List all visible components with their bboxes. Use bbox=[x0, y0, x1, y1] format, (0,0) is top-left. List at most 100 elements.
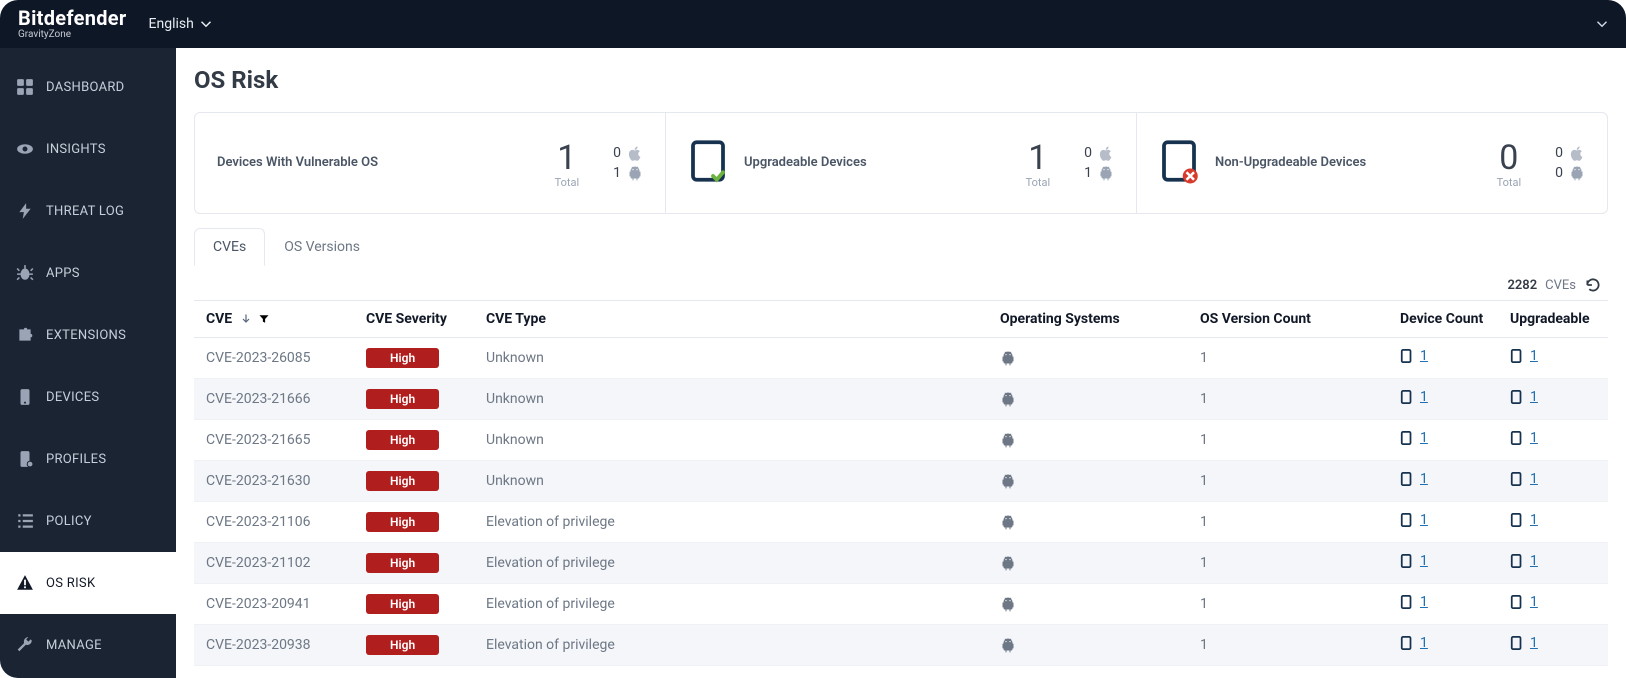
severity-badge: High bbox=[366, 635, 439, 655]
sidebar-item-os-risk[interactable]: OS RISK bbox=[0, 552, 176, 614]
account-menu-chevron-icon[interactable] bbox=[1596, 18, 1608, 30]
cell-os bbox=[988, 543, 1188, 584]
card-total: 0 Total bbox=[1497, 138, 1522, 189]
cell-upgradeable[interactable]: 1 bbox=[1498, 379, 1608, 420]
sidebar-item-insights[interactable]: INSIGHTS bbox=[0, 118, 176, 180]
cell-osv-count: 1 bbox=[1188, 502, 1388, 543]
cell-osv-count: 1 bbox=[1188, 584, 1388, 625]
sidebar-item-label: POLICY bbox=[46, 514, 92, 529]
col-device-count[interactable]: Device Count bbox=[1388, 300, 1498, 338]
cell-device-count[interactable]: 1 bbox=[1388, 420, 1498, 461]
table-row[interactable]: CVE-2023-21102 High Elevation of privile… bbox=[194, 543, 1608, 584]
sidebar-item-dashboard[interactable]: DASHBOARD bbox=[0, 56, 176, 118]
language-label: English bbox=[149, 16, 194, 32]
col-cve[interactable]: CVE bbox=[194, 300, 354, 338]
col-upgradeable[interactable]: Upgradeable bbox=[1498, 300, 1608, 338]
refresh-icon[interactable] bbox=[1584, 276, 1602, 294]
sidebar-item-manage[interactable]: MANAGE bbox=[0, 614, 176, 676]
cve-count-label: CVEs bbox=[1545, 278, 1576, 293]
table-row[interactable]: CVE-2023-21106 High Elevation of privile… bbox=[194, 502, 1608, 543]
apple-icon bbox=[1098, 145, 1114, 161]
sort-desc-icon[interactable] bbox=[240, 313, 252, 325]
cell-upgradeable[interactable]: 1 bbox=[1498, 543, 1608, 584]
device-icon bbox=[1400, 553, 1414, 569]
severity-badge: High bbox=[366, 389, 439, 409]
tab-cves[interactable]: CVEs bbox=[194, 228, 265, 266]
table-row[interactable]: CVE-2023-20938 High Elevation of privile… bbox=[194, 625, 1608, 666]
android-icon bbox=[1000, 473, 1016, 489]
gear-device-icon bbox=[16, 450, 34, 468]
summary-card: Non-Upgradeable Devices 0 Total 0 0 bbox=[1137, 113, 1607, 213]
cell-device-count[interactable]: 1 bbox=[1388, 584, 1498, 625]
android-icon bbox=[1000, 350, 1016, 366]
cell-upgradeable[interactable]: 1 bbox=[1498, 338, 1608, 379]
cell-upgradeable[interactable]: 1 bbox=[1498, 584, 1608, 625]
cell-device-count[interactable]: 1 bbox=[1388, 461, 1498, 502]
sidebar-item-label: THREAT LOG bbox=[46, 204, 124, 219]
cell-os bbox=[988, 379, 1188, 420]
sidebar-item-extensions[interactable]: EXTENSIONS bbox=[0, 304, 176, 366]
cell-upgradeable[interactable]: 1 bbox=[1498, 461, 1608, 502]
sidebar-item-policy[interactable]: POLICY bbox=[0, 490, 176, 552]
cell-type: Unknown bbox=[474, 420, 988, 461]
tab-os-versions[interactable]: OS Versions bbox=[265, 228, 379, 266]
severity-badge: High bbox=[366, 471, 439, 491]
cell-type: Elevation of privilege bbox=[474, 625, 988, 666]
severity-badge: High bbox=[366, 553, 439, 573]
cell-upgradeable[interactable]: 1 bbox=[1498, 420, 1608, 461]
cell-cve: CVE-2023-21666 bbox=[194, 379, 354, 420]
card-icon bbox=[1159, 137, 1199, 189]
dashboard-icon bbox=[16, 78, 34, 96]
summary-cards: Devices With Vulnerable OS 1 Total 0 1 U… bbox=[194, 112, 1608, 214]
cell-cve: CVE-2023-20941 bbox=[194, 584, 354, 625]
cell-osv-count: 1 bbox=[1188, 625, 1388, 666]
cell-severity: High bbox=[354, 543, 474, 584]
col-type[interactable]: CVE Type bbox=[474, 300, 988, 338]
cell-os bbox=[988, 584, 1188, 625]
device-icon bbox=[1400, 389, 1414, 405]
sidebar: DASHBOARDINSIGHTS THREAT LOG APPS EXTENSION… bbox=[0, 48, 176, 678]
sidebar-item-profiles[interactable]: PROFILES bbox=[0, 428, 176, 490]
severity-badge: High bbox=[366, 512, 439, 532]
bug-icon bbox=[16, 264, 34, 282]
cell-type: Elevation of privilege bbox=[474, 502, 988, 543]
cell-device-count[interactable]: 1 bbox=[1388, 502, 1498, 543]
filter-icon[interactable] bbox=[258, 313, 270, 325]
cell-device-count[interactable]: 1 bbox=[1388, 543, 1498, 584]
table-row[interactable]: CVE-2023-21630 High Unknown 1 1 1 bbox=[194, 461, 1608, 502]
device-icon bbox=[1400, 512, 1414, 528]
cell-severity: High bbox=[354, 338, 474, 379]
sidebar-item-label: PROFILES bbox=[46, 452, 106, 467]
apple-icon bbox=[627, 145, 643, 161]
table-row[interactable]: CVE-2023-21665 High Unknown 1 1 1 bbox=[194, 420, 1608, 461]
android-icon bbox=[1000, 637, 1016, 653]
device-icon bbox=[1510, 430, 1524, 446]
table-row[interactable]: CVE-2023-26085 High Unknown 1 1 1 bbox=[194, 338, 1608, 379]
cell-osv-count: 1 bbox=[1188, 338, 1388, 379]
cell-severity: High bbox=[354, 584, 474, 625]
table-row[interactable]: CVE-2023-20941 High Elevation of privile… bbox=[194, 584, 1608, 625]
col-os-version-count[interactable]: OS Version Count bbox=[1188, 300, 1388, 338]
severity-badge: High bbox=[366, 594, 439, 614]
cell-device-count[interactable]: 1 bbox=[1388, 379, 1498, 420]
eye-icon bbox=[16, 140, 34, 158]
cell-severity: High bbox=[354, 379, 474, 420]
cell-type: Elevation of privilege bbox=[474, 584, 988, 625]
cell-type: Unknown bbox=[474, 379, 988, 420]
cell-device-count[interactable]: 1 bbox=[1388, 625, 1498, 666]
sidebar-item-devices[interactable]: DEVICES bbox=[0, 366, 176, 428]
cell-device-count[interactable]: 1 bbox=[1388, 338, 1498, 379]
device-icon bbox=[1400, 635, 1414, 651]
sidebar-item-label: APPS bbox=[46, 266, 80, 281]
language-selector[interactable]: English bbox=[149, 16, 212, 32]
cell-upgradeable[interactable]: 1 bbox=[1498, 502, 1608, 543]
sidebar-item-threat-log[interactable]: THREAT LOG bbox=[0, 180, 176, 242]
cell-upgradeable[interactable]: 1 bbox=[1498, 625, 1608, 666]
card-total: 1 Total bbox=[1026, 138, 1051, 189]
apple-icon bbox=[1569, 145, 1585, 161]
col-os[interactable]: Operating Systems bbox=[988, 300, 1188, 338]
cell-cve: CVE-2023-20938 bbox=[194, 625, 354, 666]
sidebar-item-apps[interactable]: APPS bbox=[0, 242, 176, 304]
col-severity[interactable]: CVE Severity bbox=[354, 300, 474, 338]
table-row[interactable]: CVE-2023-21666 High Unknown 1 1 1 bbox=[194, 379, 1608, 420]
